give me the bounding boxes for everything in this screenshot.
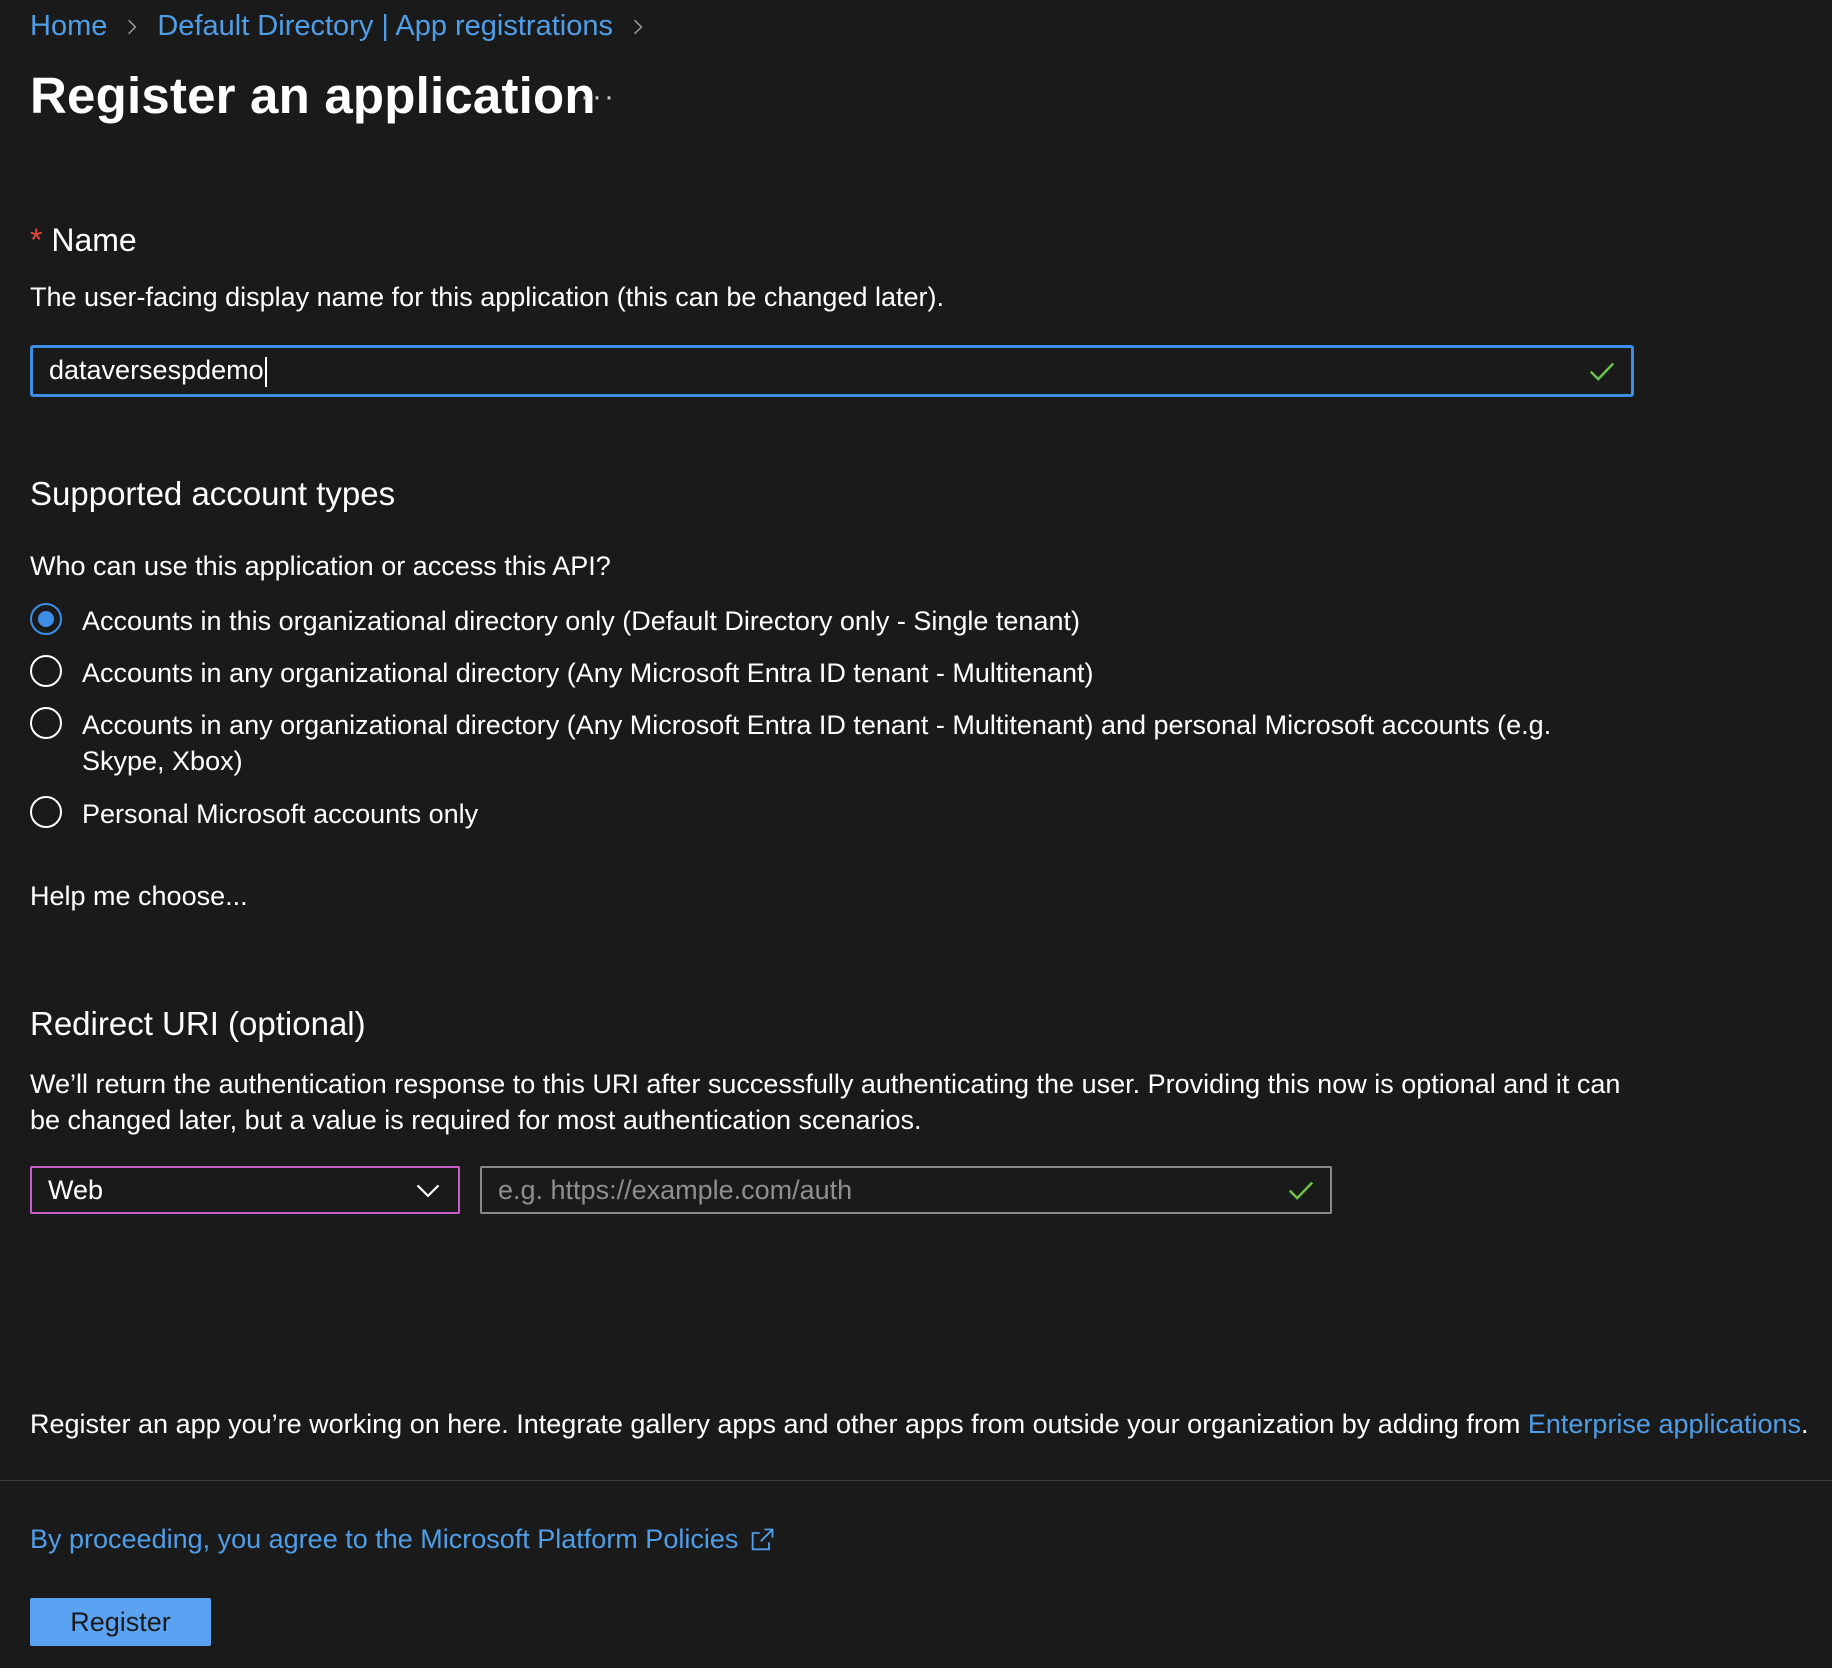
breadcrumb-home[interactable]: Home xyxy=(30,10,107,43)
page-title: Register an application xyxy=(30,67,596,124)
name-description: The user-facing display name for this ap… xyxy=(30,282,944,312)
register-note-text: Register an app you’re working on here. … xyxy=(30,1409,1528,1439)
radio-button[interactable] xyxy=(30,655,62,687)
breadcrumb-app-registrations[interactable]: Default Directory | App registrations xyxy=(157,10,613,43)
redirect-uri-input[interactable] xyxy=(482,1173,1286,1207)
register-button[interactable]: Register xyxy=(30,1598,211,1646)
register-note: Register an app you’re working on here. … xyxy=(30,1406,1809,1442)
platform-select[interactable]: Web xyxy=(30,1166,460,1214)
name-input-text: dataversespdemo xyxy=(49,355,264,386)
chevron-down-icon xyxy=(416,1184,440,1198)
enterprise-applications-link[interactable]: Enterprise applications xyxy=(1528,1409,1801,1439)
account-option-personal-only[interactable]: Personal Microsoft accounts only xyxy=(30,796,478,832)
radio-label: Accounts in this organizational director… xyxy=(82,606,1080,636)
name-input-value: dataversespdemo xyxy=(33,355,1587,387)
chevron-right-icon xyxy=(629,18,647,36)
help-me-choose-link[interactable]: Help me choose... xyxy=(30,878,248,914)
radio-button[interactable] xyxy=(30,707,62,739)
checkmark-icon xyxy=(1288,1181,1314,1200)
text-caret xyxy=(264,356,267,387)
redirect-heading: Redirect URI (optional) xyxy=(30,1005,366,1042)
radio-dot xyxy=(38,611,54,627)
name-label-text: Name xyxy=(51,222,137,258)
account-types-heading: Supported account types xyxy=(30,475,396,512)
redirect-description: We’ll return the authentication response… xyxy=(30,1069,1621,1135)
name-input[interactable]: dataversespdemo xyxy=(30,345,1634,397)
required-marker: * xyxy=(30,222,43,258)
radio-label: Accounts in any organizational directory… xyxy=(82,710,1552,776)
radio-label: Accounts in any organizational directory… xyxy=(82,658,1094,688)
platform-policies-link[interactable]: By proceeding, you agree to the Microsof… xyxy=(30,1524,738,1555)
checkmark-icon xyxy=(1589,362,1615,381)
radio-label: Personal Microsoft accounts only xyxy=(82,799,479,829)
divider xyxy=(0,1480,1832,1481)
account-types-question: Who can use this application or access t… xyxy=(30,551,611,581)
external-link-icon xyxy=(752,1528,774,1550)
register-note-end: . xyxy=(1801,1409,1809,1439)
account-option-single-tenant[interactable]: Accounts in this organizational director… xyxy=(30,603,1080,639)
radio-button[interactable] xyxy=(30,603,62,635)
chevron-right-icon xyxy=(123,18,141,36)
account-option-multitenant-personal[interactable]: Accounts in any organizational directory… xyxy=(30,707,1630,779)
account-option-multitenant[interactable]: Accounts in any organizational directory… xyxy=(30,655,1093,691)
policy-link-row[interactable]: By proceeding, you agree to the Microsof… xyxy=(30,1524,776,1555)
radio-button[interactable] xyxy=(30,796,62,828)
breadcrumb: Home Default Directory | App registratio… xyxy=(30,10,663,43)
name-label: * Name xyxy=(30,222,137,259)
more-options-icon[interactable]: ··· xyxy=(580,80,616,114)
redirect-uri-field[interactable] xyxy=(480,1166,1332,1214)
platform-select-value: Web xyxy=(48,1174,104,1205)
